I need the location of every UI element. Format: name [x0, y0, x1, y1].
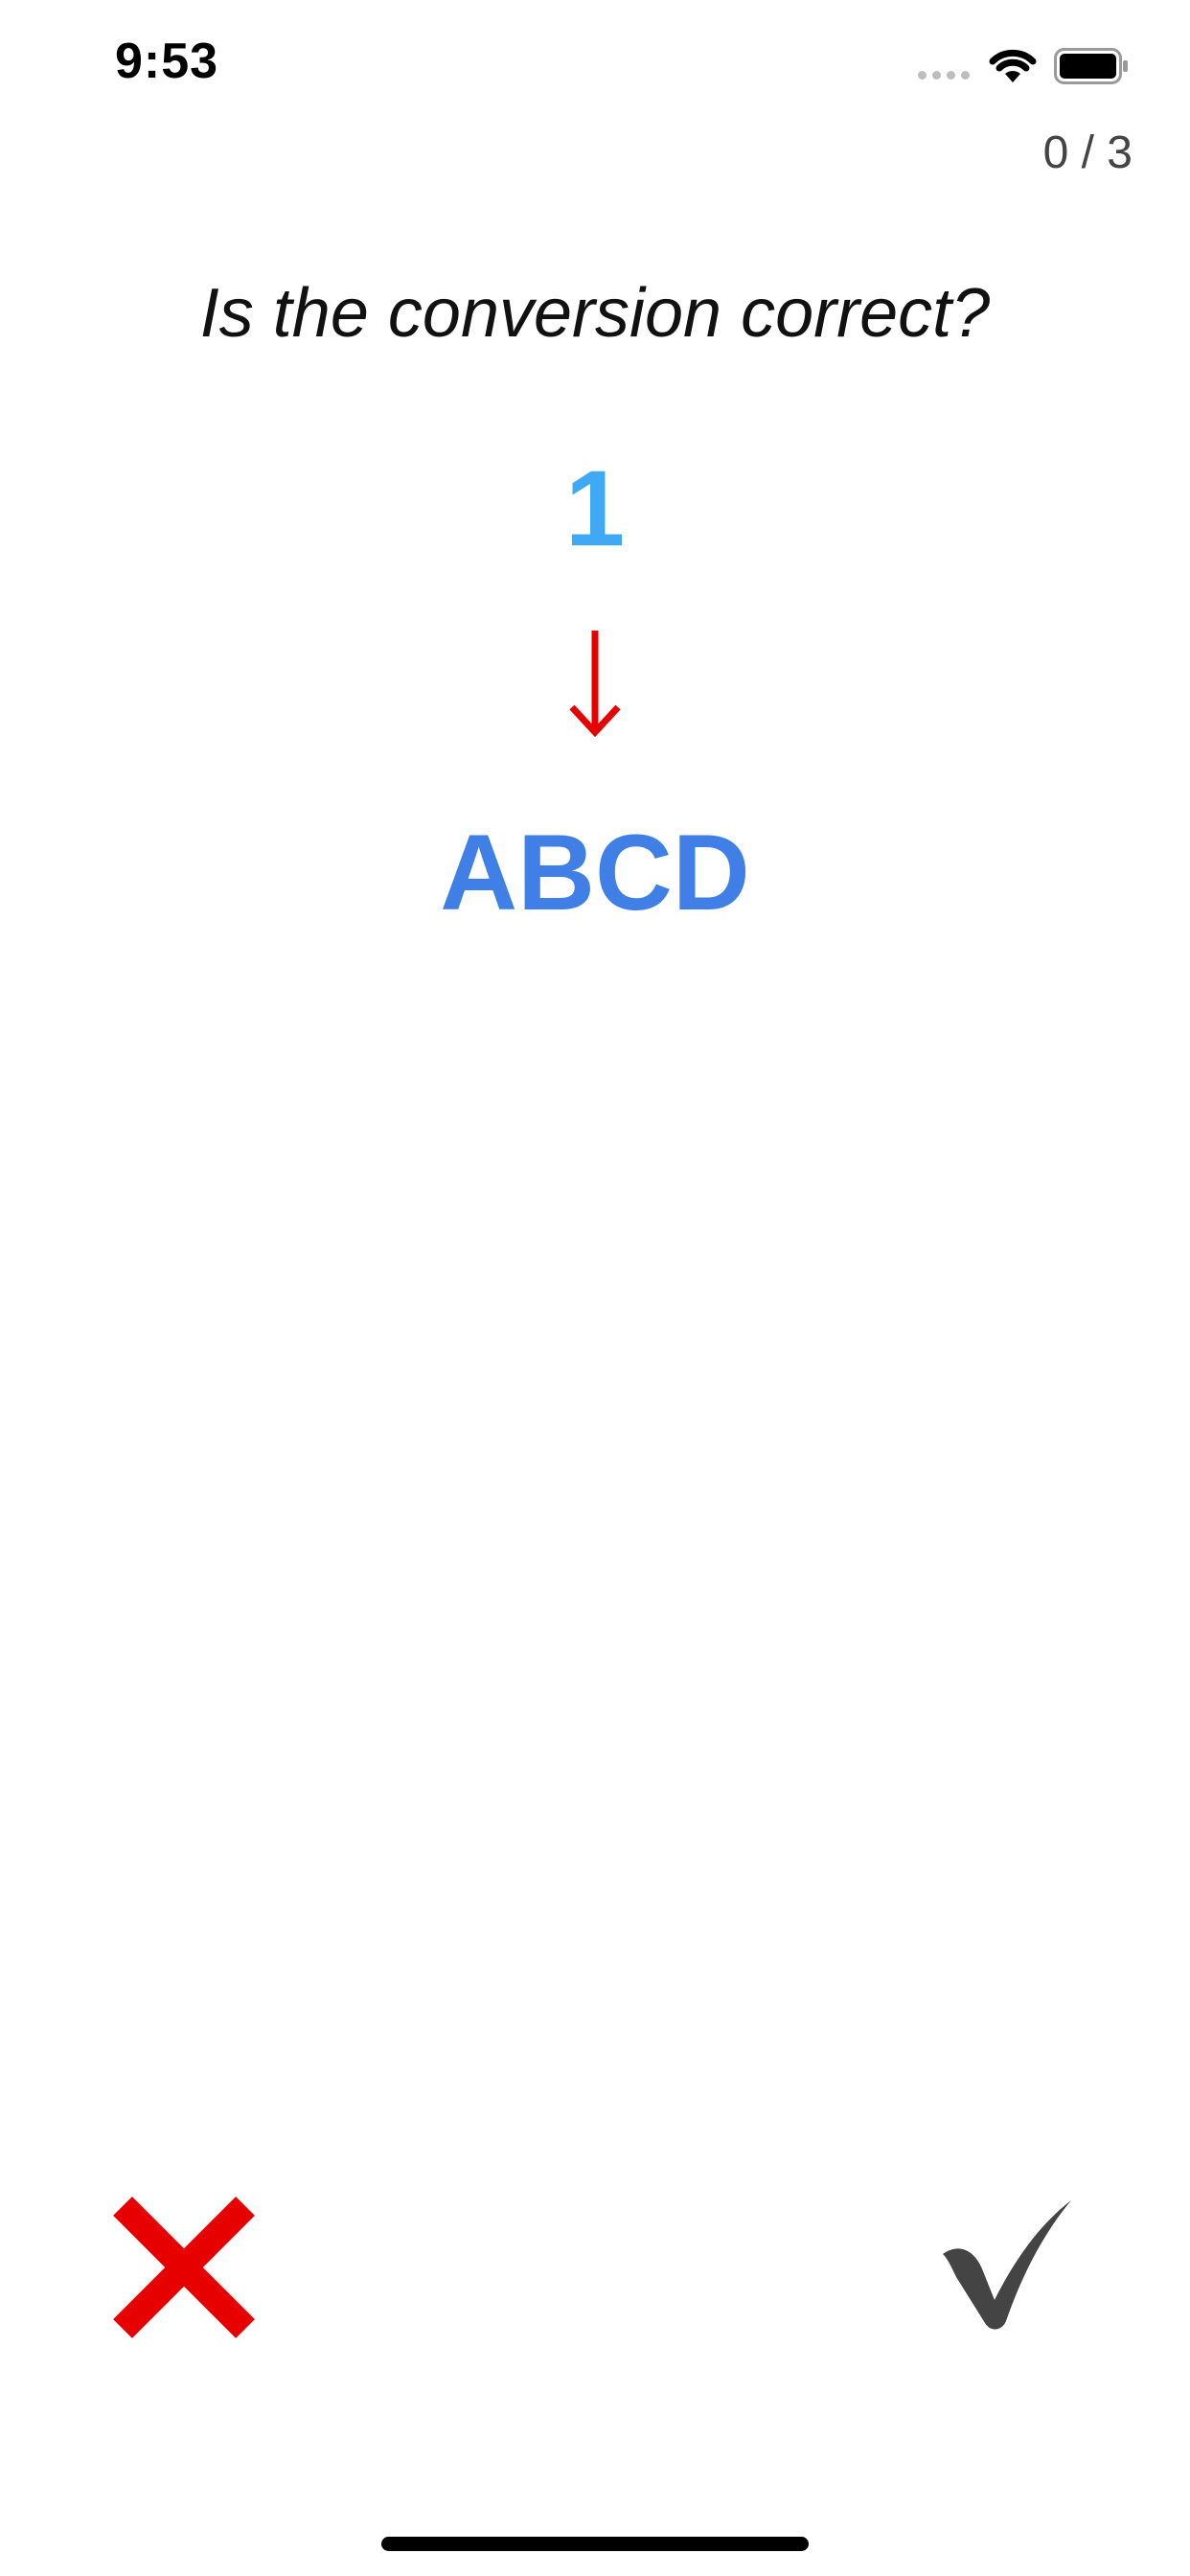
arrow-down-icon: [569, 631, 621, 738]
progress-counter: 0 / 3: [1042, 127, 1133, 178]
cross-icon: [113, 2196, 255, 2338]
home-indicator[interactable]: [381, 2537, 809, 2551]
status-bar: 9:53: [0, 0, 1190, 126]
source-value: 1: [564, 448, 626, 568]
battery-icon: [1054, 48, 1128, 84]
wifi-icon: [989, 49, 1037, 82]
checkmark-icon: [943, 2200, 1071, 2330]
cellular-signal-icon: [918, 71, 970, 80]
target-value: ABCD: [440, 813, 750, 932]
question-text: Is the conversion correct?: [199, 275, 991, 352]
wrong-button[interactable]: [111, 2195, 257, 2340]
status-time: 9:53: [115, 34, 219, 89]
correct-button[interactable]: [939, 2196, 1077, 2334]
